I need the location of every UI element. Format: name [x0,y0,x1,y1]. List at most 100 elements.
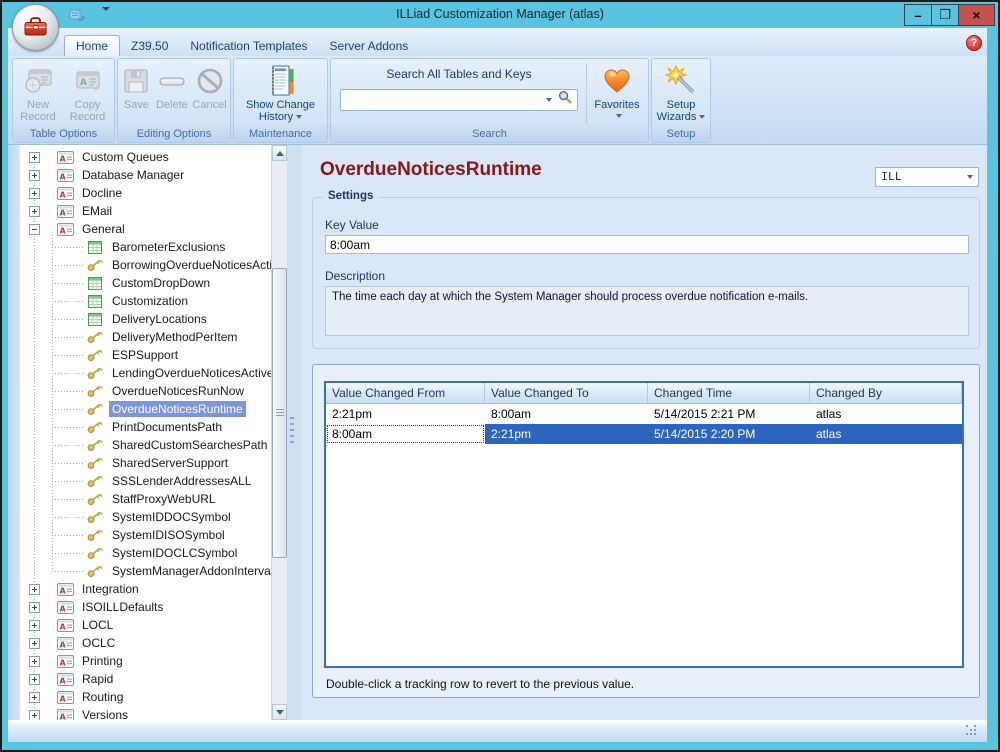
tab-server-addons[interactable]: Server Addons [319,35,420,56]
scope-combo[interactable]: ILL [875,167,979,187]
tree-item-espsupport[interactable]: ESPSupport [20,346,271,364]
grid-column-header[interactable]: Value Changed From [326,383,485,404]
help-button[interactable]: ? [966,35,982,51]
search-icon[interactable] [558,90,573,110]
tree-item-oclc[interactable]: AOCLC [20,634,271,652]
expand-icon[interactable] [29,584,40,595]
favorites-label: Favorites [594,99,639,111]
expand-icon[interactable] [29,692,40,703]
expand-icon[interactable] [29,152,40,163]
grid-column-header[interactable]: Changed By [810,383,962,404]
minimize-button[interactable]: – [904,4,932,26]
grid-cell[interactable]: 2:21pm [326,404,485,424]
grid-cell[interactable]: atlas [810,404,962,424]
save-button[interactable]: Save [121,61,151,127]
tree-item-database-manager[interactable]: ADatabase Manager [20,166,271,184]
category-icon: A [56,582,74,597]
tracking-grid: Value Changed FromValue Changed ToChange… [324,381,964,668]
tree-item-borrowingoverduenoticesactive[interactable]: BorrowingOverdueNoticesActive [20,256,271,274]
tree-item-email[interactable]: AEMail [20,202,271,220]
grid-column-header[interactable]: Value Changed To [485,383,648,404]
key-value-input[interactable] [325,235,969,254]
grid-cell[interactable]: 8:00am [326,424,485,444]
tree-item-systemidisosymbol[interactable]: SystemIDISOSymbol [20,526,271,544]
expand-icon[interactable] [29,206,40,217]
tree-item-routing[interactable]: ARouting [20,688,271,706]
tree-item-versions[interactable]: AVersions [20,706,271,720]
table-icon [86,312,104,327]
expand-icon[interactable] [29,188,40,199]
tree-item-deliverymethodperitem[interactable]: DeliveryMethodPerItem [20,328,271,346]
tree-item-locl[interactable]: ALOCL [20,616,271,634]
grid-cell[interactable]: 8:00am [485,404,648,424]
search-dropdown-chevron-icon[interactable] [546,98,552,102]
expand-icon[interactable] [29,674,40,685]
application-menu-button[interactable] [12,4,59,51]
tree-item-lendingoverduenoticesactive[interactable]: LendingOverdueNoticesActive [20,364,271,382]
search-combo[interactable] [340,89,578,111]
tree-item-printdocumentspath[interactable]: PrintDocumentsPath [20,418,271,436]
expand-icon[interactable] [29,170,40,181]
resize-grip-icon[interactable] [966,725,978,737]
tree-item-overduenoticesruntime[interactable]: OverdueNoticesRuntime [20,400,271,418]
grid-cell[interactable]: 5/14/2015 2:21 PM [648,404,810,424]
maximize-button[interactable]: ❐ [931,4,959,26]
grid-cell[interactable]: 2:21pm [485,424,648,444]
tree-item-integration[interactable]: AIntegration [20,580,271,598]
tree-item-custom-queues[interactable]: ACustom Queues [20,148,271,166]
tree-item-docline[interactable]: ADocline [20,184,271,202]
group-caption-table-options: Table Options [13,127,114,142]
tree-item-overduenoticesrunnow[interactable]: OverdueNoticesRunNow [20,382,271,400]
tree-item-general[interactable]: AGeneral [20,220,271,238]
scrollbar-thumb[interactable] [272,268,287,558]
arrow-down-icon [276,710,284,715]
scrollbar-track[interactable] [272,161,287,704]
tab-home[interactable]: Home [64,35,120,56]
tree-item-systemmanageraddoninterval[interactable]: SystemManagerAddonInterval [20,562,271,580]
tab-z3950[interactable]: Z39.50 [120,35,179,56]
grid-column-header[interactable]: Changed Time [648,383,810,404]
favorites-button[interactable]: Favorites [587,61,647,127]
expand-icon[interactable] [29,638,40,649]
show-change-history-button[interactable]: Show Change History [240,61,322,127]
expand-icon[interactable] [29,710,40,721]
cancel-button[interactable]: Cancel [192,61,226,127]
tree-item-ssslenderaddressesall[interactable]: SSSLenderAddressesALL [20,472,271,490]
tree-item-label: Docline [79,185,125,201]
tracking-row[interactable]: 2:21pm8:00am5/14/2015 2:21 PMatlas [326,404,962,424]
tree-item-sharedcustomsearchespath[interactable]: SharedCustomSearchesPath [20,436,271,454]
tree-item-customdropdown[interactable]: CustomDropDown [20,274,271,292]
tree-item-isoilldefaults[interactable]: AISOILLDefaults [20,598,271,616]
tree-item-systemiddocsymbol[interactable]: SystemIDDOCSymbol [20,508,271,526]
collapse-icon[interactable] [29,224,40,235]
scroll-down-button[interactable] [272,704,287,720]
category-icon: A [56,600,74,615]
close-button[interactable]: × [958,4,995,26]
setup-wizards-button[interactable]: Setup Wizards [653,61,709,127]
scroll-up-button[interactable] [272,145,287,161]
tree-item-staffproxyweburl[interactable]: StaffProxyWebURL [20,490,271,508]
copy-record-button[interactable]: A Copy Record [62,61,113,127]
expand-icon[interactable] [29,656,40,667]
tab-notification-templates[interactable]: Notification Templates [179,35,318,56]
tree-item-customization[interactable]: Customization [20,292,271,310]
titlebar[interactable]: ILLiad Customization Manager (atlas) – ❐… [2,2,998,28]
panel-splitter[interactable] [287,145,302,720]
expand-icon[interactable] [29,602,40,613]
tree-item-deliverylocations[interactable]: DeliveryLocations [20,310,271,328]
grid-cell[interactable]: atlas [810,424,962,444]
tracking-row[interactable]: 8:00am2:21pm5/14/2015 2:20 PMatlas [326,424,962,444]
grid-cell[interactable]: 5/14/2015 2:20 PM [648,424,810,444]
delete-button[interactable]: Delete [156,61,188,127]
tree-item-sharedserversupport[interactable]: SharedServerSupport [20,454,271,472]
tree-item-systemidoclcsymbol[interactable]: SystemIDOCLCSymbol [20,544,271,562]
tree-scrollbar[interactable] [271,145,287,720]
expand-icon[interactable] [29,620,40,631]
new-record-button[interactable]: New Record [14,61,62,127]
tree-item-label: Customization [109,293,191,309]
key-icon [86,330,104,345]
search-input[interactable] [345,93,543,107]
tree-item-barometerexclusions[interactable]: BarometerExclusions [20,238,271,256]
tree-item-printing[interactable]: APrinting [20,652,271,670]
tree-item-rapid[interactable]: ARapid [20,670,271,688]
